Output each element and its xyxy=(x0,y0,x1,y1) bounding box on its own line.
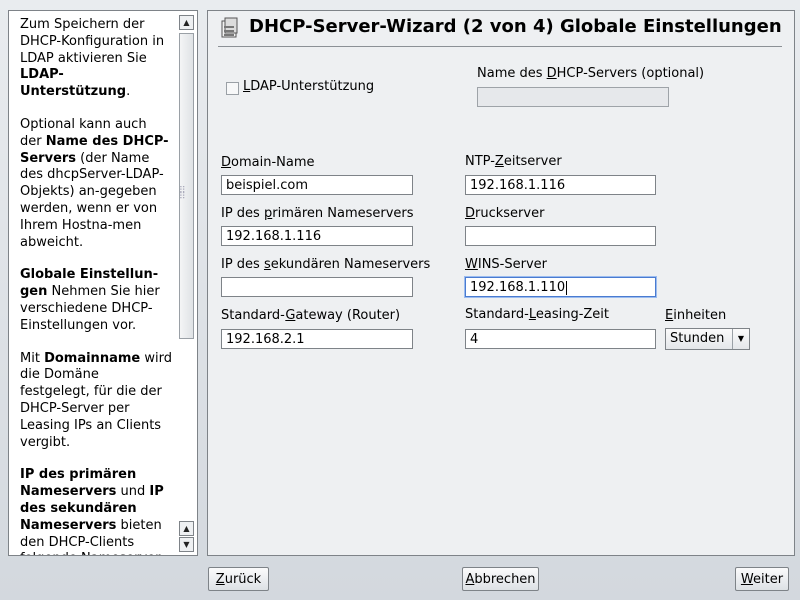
secondary-nameserver-label: IP des sekundären Nameservers xyxy=(221,257,431,272)
ntp-server-label: NTP-Zeitserver xyxy=(465,154,562,169)
print-server-label: Druckserver xyxy=(465,206,545,221)
chevron-down-icon[interactable]: ▼ xyxy=(732,329,749,349)
units-label: Einheiten xyxy=(665,308,727,323)
units-selected-value: Stunden xyxy=(670,331,725,346)
domain-name-label: Domain-Name xyxy=(221,155,315,170)
back-button[interactable]: Zurück xyxy=(208,567,269,591)
units-select[interactable]: Stunden ▼ xyxy=(665,328,750,350)
ldap-support-label[interactable]: LDAP-Unterstützung xyxy=(243,79,374,94)
help-paragraph-global: Globale Einstellun-gen Nehmen Sie hier v… xyxy=(20,267,160,333)
cancel-button[interactable]: Abbrechen xyxy=(462,567,539,591)
help-paragraph-ldap: Zum Speichern der DHCP-Konfiguration in … xyxy=(20,17,165,100)
text-cursor xyxy=(566,280,568,295)
main-panel: DHCP-Server-Wizard (2 von 4) Globale Ein… xyxy=(207,10,795,556)
server-name-input[interactable] xyxy=(477,87,669,107)
help-paragraph-domain: Mit Domainname wird die Domäne festgeleg… xyxy=(20,350,172,450)
server-name-label: Name des DHCP-Servers (optional) xyxy=(477,66,705,81)
help-scrollbar[interactable]: ▲ ▲ ▼ xyxy=(179,15,194,553)
default-gateway-input[interactable]: 192.168.2.1 xyxy=(221,329,413,349)
lease-time-label: Standard-Leasing-Zeit xyxy=(465,307,610,322)
lease-time-input[interactable]: 4 xyxy=(465,329,656,349)
ldap-support-checkbox[interactable] xyxy=(226,82,239,95)
wins-server-label: WINS-Server xyxy=(465,257,547,272)
wins-server-input[interactable]: 192.168.1.110 xyxy=(465,277,656,297)
page-title: DHCP-Server-Wizard (2 von 4) Globale Ein… xyxy=(249,16,782,37)
help-paragraph-servername: Optional kann auch der Name des DHCP-Ser… xyxy=(20,116,169,250)
secondary-nameserver-input[interactable] xyxy=(221,277,413,297)
grip-icon: ⠿ ⠿ xyxy=(179,186,187,202)
primary-nameserver-label: IP des primären Nameservers xyxy=(221,206,414,221)
help-panel: Zum Speichern der DHCP-Konfiguration in … xyxy=(8,10,198,556)
title-divider xyxy=(218,46,782,47)
dhcp-server-icon xyxy=(221,17,238,38)
scroll-up-icon[interactable]: ▲ xyxy=(179,15,194,30)
ntp-server-input[interactable]: 192.168.1.116 xyxy=(465,175,656,195)
primary-nameserver-input[interactable]: 192.168.1.116 xyxy=(221,226,413,246)
help-paragraph-nameservers: IP des primären Nameservers und IP des s… xyxy=(20,467,164,555)
next-button[interactable]: Weiter xyxy=(735,567,789,591)
scroll-up-icon-bottom[interactable]: ▲ xyxy=(179,521,194,536)
domain-name-input[interactable]: beispiel.com xyxy=(221,175,413,195)
default-gateway-label: Standard-Gateway (Router) xyxy=(221,308,401,323)
help-text: Zum Speichern der DHCP-Konfiguration in … xyxy=(20,17,172,555)
print-server-input[interactable] xyxy=(465,226,656,246)
scroll-down-icon[interactable]: ▼ xyxy=(179,537,194,552)
